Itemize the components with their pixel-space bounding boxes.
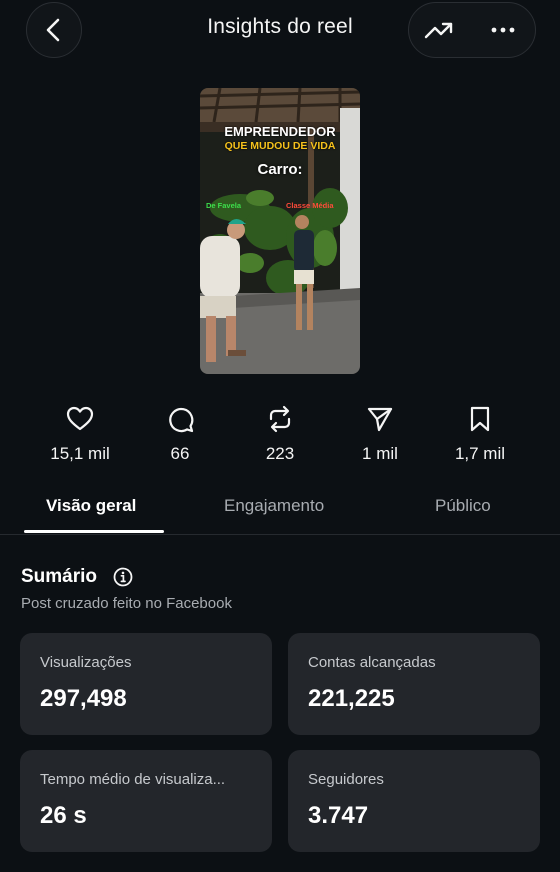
comments-count: 66 — [170, 444, 190, 463]
tab-engagement[interactable]: Engajamento — [224, 496, 324, 516]
views-label: Visualizações — [40, 654, 132, 671]
avg-watch-time-label: Tempo médio de visualiza... — [40, 771, 226, 788]
reel-caption-car: Carro: — [257, 161, 303, 178]
info-button[interactable] — [113, 567, 133, 592]
bookmark-icon — [470, 406, 490, 432]
more-horizontal-icon — [491, 27, 515, 33]
insights-tabs: Visão geral Engajamento Público — [0, 484, 560, 535]
info-icon — [113, 567, 133, 587]
views-value: 297,498 — [40, 685, 127, 712]
followers-label: Seguidores — [308, 771, 384, 788]
trend-button[interactable] — [411, 3, 467, 57]
card-accounts-reached[interactable]: Contas alcançadas 221,225 — [288, 633, 540, 735]
engagement-stats: 15,1 mil 66 223 1 mil 1,7 mil — [30, 404, 530, 468]
repost-icon — [269, 405, 291, 433]
active-tab-indicator — [24, 530, 164, 533]
tab-overview[interactable]: Visão geral — [46, 496, 136, 516]
accounts-reached-value: 221,225 — [308, 685, 395, 712]
saves-count: 1,7 mil — [454, 444, 506, 463]
reel-thumbnail[interactable]: EMPREENDEDOR QUE MUDOU DE VIDA Carro: De… — [200, 88, 360, 374]
stat-comments: 66 — [130, 404, 230, 464]
card-views[interactable]: Visualizações 297,498 — [20, 633, 272, 735]
header-actions — [408, 2, 536, 58]
reel-caption-title: EMPREENDEDOR — [224, 124, 336, 139]
stat-saves: 1,7 mil — [430, 404, 530, 464]
share-icon — [367, 407, 393, 432]
stat-shares: 1 mil — [330, 404, 430, 464]
summary-title: Sumário — [21, 566, 98, 587]
stat-reposts: 223 — [230, 404, 330, 464]
avg-watch-time-value: 26 s — [40, 802, 87, 829]
stat-likes: 15,1 mil — [30, 404, 130, 464]
followers-value: 3.747 — [308, 802, 369, 829]
accounts-reached-label: Contas alcançadas — [308, 654, 436, 671]
more-button[interactable] — [475, 3, 531, 57]
reposts-count: 223 — [265, 444, 295, 463]
card-followers[interactable]: Seguidores 3.747 — [288, 750, 540, 852]
heart-icon — [66, 406, 94, 431]
reel-tag-left: De Favela — [206, 201, 242, 210]
comment-icon — [169, 407, 194, 433]
trending-up-icon — [424, 22, 453, 39]
summary-subtitle: Post cruzado feito no Facebook — [21, 595, 232, 612]
reel-tag-right: Classe Média — [286, 201, 334, 210]
card-avg-watch-time[interactable]: Tempo médio de visualiza... 26 s — [20, 750, 272, 852]
shares-count: 1 mil — [362, 444, 398, 463]
top-bar: Insights do reel — [0, 0, 560, 58]
reel-caption-subtitle: QUE MUDOU DE VIDA — [224, 140, 336, 152]
likes-count: 15,1 mil — [50, 444, 110, 463]
tab-audience[interactable]: Público — [435, 496, 491, 516]
